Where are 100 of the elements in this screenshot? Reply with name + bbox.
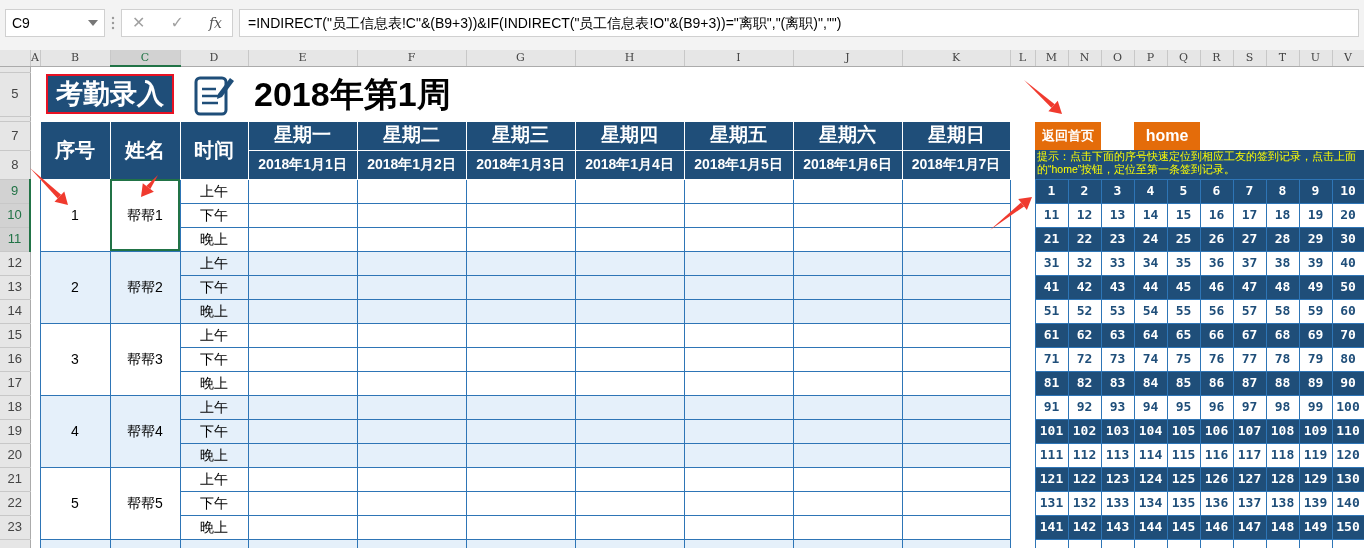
record-link[interactable]: 8 [1266,179,1299,203]
column-header[interactable]: F [357,50,466,66]
column-header[interactable]: G [466,50,575,66]
column-header[interactable]: N [1068,50,1101,66]
date-heading: 2018年1月4日 [575,150,684,179]
record-link[interactable]: 10 [1332,179,1364,203]
row-header[interactable]: 22 [0,491,30,515]
weekday-heading: 星期三 [466,121,575,150]
weekday-heading: 星期五 [684,121,793,150]
record-link[interactable]: 41 [1035,275,1068,299]
table-cell[interactable]: 帮帮5 [110,467,180,539]
record-link[interactable]: 81 [1035,371,1068,395]
formula-field[interactable]: =INDIRECT("员工信息表!C"&(B9+3))&IF(INDIRECT("员工信息表!O"&(B9+3))="离职","(离职)","") [239,9,1359,37]
column-header[interactable]: E [248,50,357,66]
record-link[interactable]: 31 [1035,251,1068,275]
week-heading: 2018年第1周 [253,73,452,115]
date-heading: 2018年1月3日 [466,150,575,179]
record-link[interactable]: 131 [1035,491,1068,515]
table-cell: 上午 [180,467,248,491]
row-header[interactable]: 12 [0,251,30,275]
column-header[interactable]: I [684,50,793,66]
table-cell[interactable]: 帮帮4 [110,395,180,467]
column-header[interactable]: V [1332,50,1364,66]
row-header[interactable]: 11 [0,227,30,251]
row-header[interactable]: 13 [0,275,30,299]
column-header[interactable]: K [902,50,1010,66]
table-cell[interactable]: 帮帮1 [110,179,180,251]
annotation-arrow [30,168,68,205]
weekday-heading: 星期日 [902,121,1010,150]
column-header[interactable]: M [1035,50,1068,66]
record-link[interactable]: 9 [1299,179,1332,203]
record-link[interactable]: 141 [1035,515,1068,539]
column-header[interactable]: Q [1167,50,1200,66]
column-header[interactable]: R [1200,50,1233,66]
record-link[interactable]: 3 [1101,179,1134,203]
table-cell[interactable]: 帮帮2 [110,251,180,323]
row-header[interactable]: 16 [0,347,30,371]
record-link[interactable]: 6 [1200,179,1233,203]
table-cell: 上午 [180,179,248,203]
column-header[interactable]: P [1134,50,1167,66]
table-cell: 2 [40,251,110,323]
date-heading: 2018年1月2日 [357,150,466,179]
row-header[interactable]: 14 [0,299,30,323]
column-heading: 时间 [180,121,248,179]
record-link[interactable]: 7 [1233,179,1266,203]
column-header[interactable]: J [793,50,902,66]
table-cell: 上午 [180,323,248,347]
record-link[interactable]: 111 [1035,443,1068,467]
annotation-arrow [990,197,1032,230]
column-header[interactable]: S [1233,50,1266,66]
date-heading: 2018年1月1日 [248,150,357,179]
record-link[interactable]: 121 [1035,467,1068,491]
record-link[interactable]: 51 [1035,299,1068,323]
row-header[interactable]: 10 [0,203,30,227]
name-box[interactable]: C9 [5,9,105,37]
column-header[interactable]: D [180,50,248,66]
table-cell: 晚上 [180,515,248,539]
record-link[interactable]: 101 [1035,419,1068,443]
date-heading: 2018年1月7日 [902,150,1010,179]
column-heading: 序号 [40,121,110,179]
record-link[interactable]: 4 [1134,179,1167,203]
record-link[interactable]: 11 [1035,203,1068,227]
column-header[interactable]: H [575,50,684,66]
table-cell: 5 [40,467,110,539]
column-header[interactable]: O [1101,50,1134,66]
table-cell[interactable]: 帮帮3 [110,323,180,395]
column-header[interactable]: T [1266,50,1299,66]
row-header[interactable]: 21 [0,467,30,491]
row-header[interactable]: 19 [0,419,30,443]
insert-function-button[interactable]: fx [208,12,222,34]
row-header[interactable]: 5 [0,72,30,116]
column-header[interactable]: C [110,50,180,66]
weekday-heading: 星期六 [793,121,902,150]
row-header[interactable]: 17 [0,371,30,395]
record-link[interactable]: 5 [1167,179,1200,203]
drag-handle-icon[interactable] [111,16,115,30]
record-link[interactable]: 1 [1035,179,1068,203]
row-header[interactable]: 20 [0,443,30,467]
row-header[interactable]: 18 [0,395,30,419]
table-cell: 3 [40,323,110,395]
record-link[interactable]: 2 [1068,179,1101,203]
table-cell: 下午 [180,203,248,227]
row-header[interactable]: 8 [0,150,30,179]
row-header[interactable]: 23 [0,515,30,539]
column-header[interactable]: U [1299,50,1332,66]
row-header[interactable]: 15 [0,323,30,347]
annotation-arrow [1024,80,1062,114]
weekday-heading: 星期四 [575,121,684,150]
record-link[interactable]: 21 [1035,227,1068,251]
annotation-arrow [141,175,158,197]
record-link[interactable]: 61 [1035,323,1068,347]
column-heading: 姓名 [110,121,180,179]
row-header[interactable]: 7 [0,121,30,150]
row-header[interactable]: 9 [0,179,30,203]
column-header[interactable]: B [40,50,110,66]
record-link[interactable]: 71 [1035,347,1068,371]
column-header[interactable]: A [30,50,40,66]
record-link[interactable]: 91 [1035,395,1068,419]
column-header[interactable]: L [1010,50,1035,66]
weekday-heading: 星期一 [248,121,357,150]
